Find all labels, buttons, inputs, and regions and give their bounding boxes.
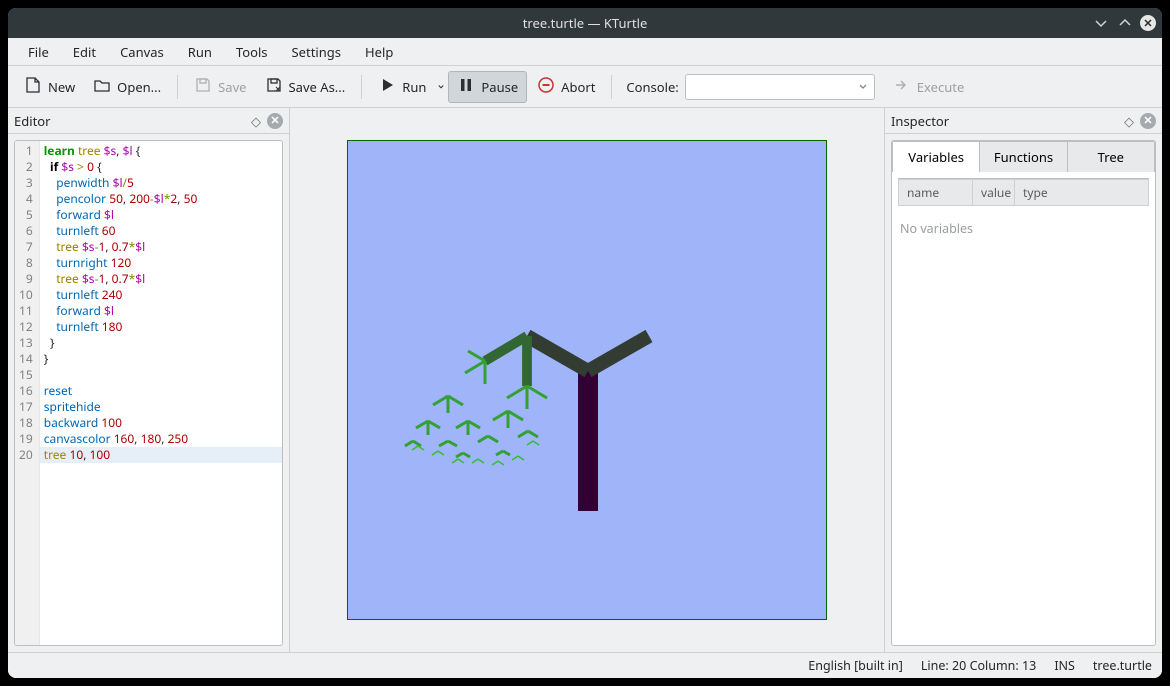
console-label: Console:: [626, 78, 678, 96]
maximize-icon[interactable]: [1116, 14, 1134, 32]
menu-help[interactable]: Help: [353, 39, 405, 65]
console-combo[interactable]: [685, 74, 875, 100]
execute-button[interactable]: Execute: [885, 72, 972, 102]
col-value[interactable]: value: [973, 180, 1015, 205]
menu-tools[interactable]: Tools: [224, 39, 280, 65]
code-line[interactable]: penwidth $l/5: [44, 175, 278, 191]
run-dropdown[interactable]: [436, 83, 446, 91]
inspector-dock: Inspector ◇ ✕ Variables Functions Tree n…: [884, 108, 1162, 652]
code-line[interactable]: turnright 120: [44, 255, 278, 271]
window-title: tree.turtle — KTurtle: [523, 14, 648, 32]
document-save-as-icon: [265, 76, 283, 98]
status-language[interactable]: English [built in]: [808, 657, 903, 674]
statusbar: English [built in] Line: 20 Column: 13 I…: [8, 652, 1162, 678]
editor-dock: Editor ◇ ✕ 12345678910111213141516171819…: [8, 108, 290, 652]
run-button[interactable]: Run: [370, 72, 434, 102]
titlebar[interactable]: tree.turtle — KTurtle ✕: [8, 8, 1162, 38]
code-line[interactable]: backward 100: [44, 415, 278, 431]
menu-file[interactable]: File: [16, 39, 61, 65]
pause-icon: [457, 76, 475, 98]
save-as-button[interactable]: Save As...: [257, 72, 354, 102]
code-line[interactable]: if $s > 0 {: [44, 159, 278, 175]
code-line[interactable]: tree 10, 100: [44, 447, 278, 463]
code-line[interactable]: }: [44, 351, 278, 367]
status-file: tree.turtle: [1093, 657, 1152, 674]
col-type[interactable]: type: [1015, 180, 1148, 205]
abort-button[interactable]: Abort: [529, 72, 603, 102]
code-line[interactable]: turnleft 60: [44, 223, 278, 239]
status-position: Line: 20 Column: 13: [921, 657, 1036, 674]
execute-icon: [893, 76, 911, 98]
inspector-table: name value type: [898, 178, 1149, 206]
tab-tree[interactable]: Tree: [1068, 141, 1155, 172]
code-line[interactable]: forward $l: [44, 207, 278, 223]
dock-float-icon[interactable]: ◇: [1120, 112, 1138, 130]
inspector-empty-text: No variables: [892, 212, 1155, 245]
code-line[interactable]: [44, 367, 278, 383]
dock-close-icon[interactable]: ✕: [1140, 113, 1156, 129]
code-line[interactable]: tree $s-1, 0.7*$l: [44, 271, 278, 287]
minimize-icon[interactable]: [1092, 14, 1110, 32]
tab-variables[interactable]: Variables: [892, 141, 980, 172]
code-line[interactable]: }: [44, 335, 278, 351]
turtle-canvas: [347, 140, 827, 620]
menu-canvas[interactable]: Canvas: [108, 39, 176, 65]
abort-icon: [537, 76, 555, 98]
tab-functions[interactable]: Functions: [980, 141, 1067, 172]
inspector-title: Inspector: [891, 112, 949, 130]
col-name[interactable]: name: [899, 180, 973, 205]
code-line[interactable]: pencolor 50, 200-$l*2, 50: [44, 191, 278, 207]
toolbar: New Open... Save Save As... Run: [8, 66, 1162, 108]
pause-button[interactable]: Pause: [448, 71, 527, 103]
code-line[interactable]: turnleft 240: [44, 287, 278, 303]
code-line[interactable]: turnleft 180: [44, 319, 278, 335]
editor-title: Editor: [14, 112, 51, 130]
code-line[interactable]: forward $l: [44, 303, 278, 319]
code-line[interactable]: spritehide: [44, 399, 278, 415]
new-button[interactable]: New: [16, 72, 83, 102]
document-open-icon: [93, 76, 111, 98]
canvas-area: [290, 108, 884, 652]
code-line[interactable]: learn tree $s, $l {: [44, 143, 278, 159]
menubar: File Edit Canvas Run Tools Settings Help: [8, 38, 1162, 66]
save-button[interactable]: Save: [186, 72, 254, 102]
code-line[interactable]: canvascolor 160, 180, 250: [44, 431, 278, 447]
open-button[interactable]: Open...: [85, 72, 169, 102]
window: tree.turtle — KTurtle ✕ File Edit Canvas…: [8, 8, 1162, 678]
dock-float-icon[interactable]: ◇: [247, 112, 265, 130]
play-icon: [378, 76, 396, 98]
code-line[interactable]: tree $s-1, 0.7*$l: [44, 239, 278, 255]
status-mode[interactable]: INS: [1054, 657, 1075, 674]
menu-run[interactable]: Run: [176, 39, 224, 65]
menu-settings[interactable]: Settings: [280, 39, 353, 65]
dock-close-icon[interactable]: ✕: [267, 113, 283, 129]
document-new-icon: [24, 76, 42, 98]
code-editor[interactable]: 1234567891011121314151617181920 learn tr…: [14, 140, 283, 646]
close-icon[interactable]: ✕: [1140, 15, 1156, 31]
code-line[interactable]: reset: [44, 383, 278, 399]
menu-edit[interactable]: Edit: [61, 39, 108, 65]
document-save-icon: [194, 76, 212, 98]
